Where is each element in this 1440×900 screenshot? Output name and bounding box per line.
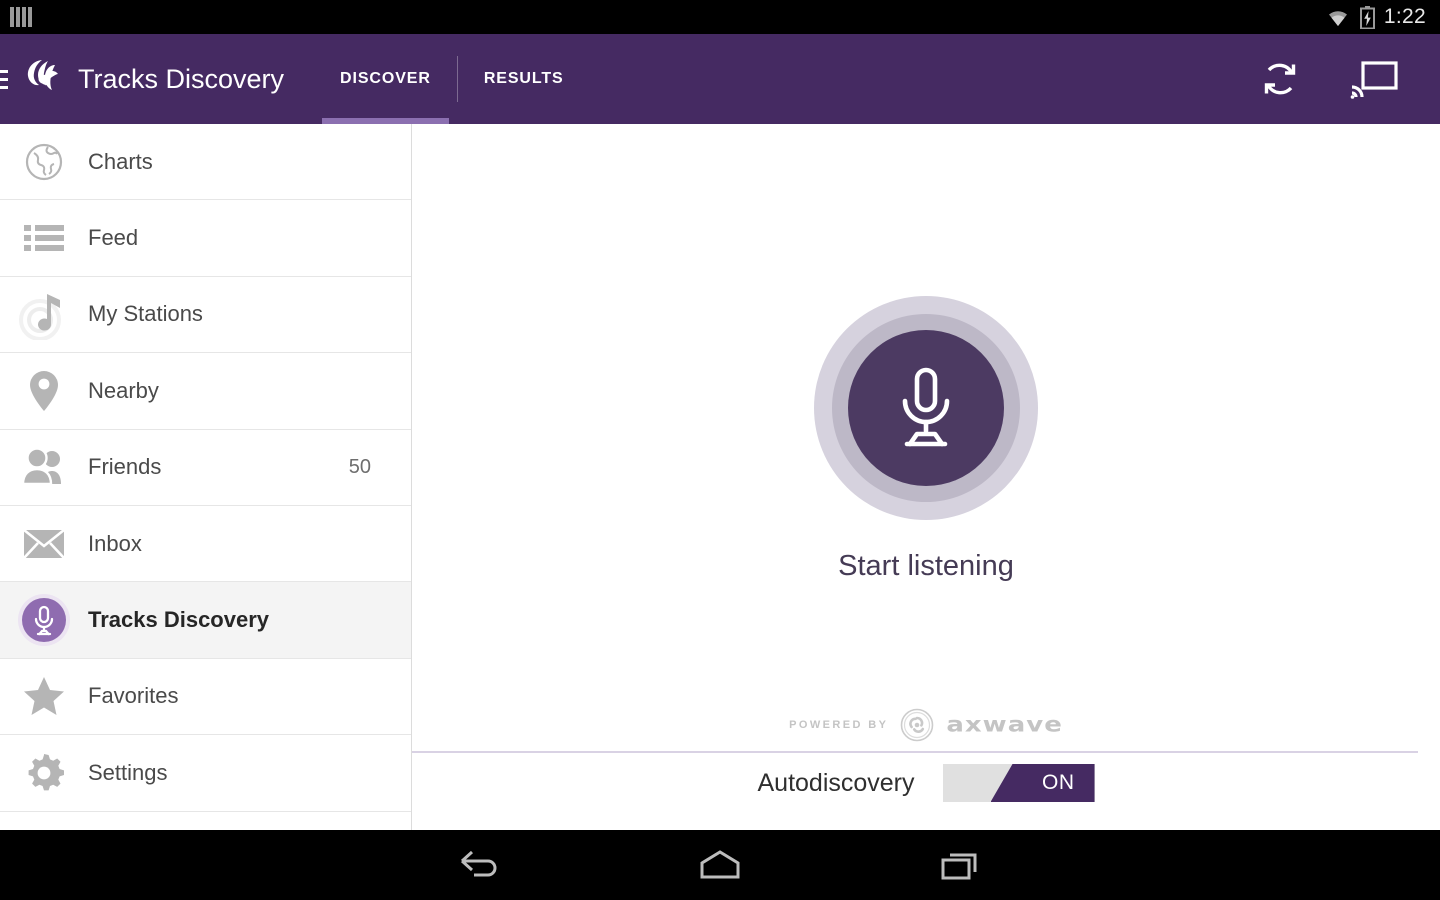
sidebar-item-nearby[interactable]: Nearby: [0, 353, 411, 429]
autodiscovery-toggle[interactable]: ON: [943, 764, 1095, 802]
cast-icon[interactable]: [1350, 59, 1398, 99]
map-pin-icon: [0, 370, 88, 412]
sidebar-item-label: Favorites: [88, 683, 371, 709]
people-icon: [0, 449, 88, 485]
star-icon: [0, 676, 88, 716]
axwave-brand-label: axwave: [946, 713, 1062, 738]
sidebar-item-label: Settings: [88, 760, 371, 786]
toggle-state-label: ON: [1042, 764, 1075, 802]
globe-icon: [0, 142, 88, 182]
sidebar-item-feed[interactable]: Feed: [0, 200, 411, 276]
signal-bars-icon: [28, 7, 32, 27]
toolbar-tabs: DISCOVER RESULTS: [314, 34, 590, 124]
sidebar-item-label: Charts: [88, 149, 371, 175]
envelope-icon: [0, 529, 88, 559]
navigation-drawer: Charts Feed: [0, 124, 412, 830]
sidebar-item-label: Nearby: [88, 378, 371, 404]
sidebar-item-inbox[interactable]: Inbox: [0, 506, 411, 582]
tab-results-label: RESULTS: [484, 70, 564, 88]
tab-discover-label: DISCOVER: [340, 70, 431, 88]
autodiscovery-row: Autodiscovery ON: [412, 764, 1440, 802]
sidebar-item-label: Feed: [88, 225, 371, 251]
signal-bars-icon: [10, 7, 14, 27]
app-title: Tracks Discovery: [78, 64, 284, 95]
app-toolbar: Tracks Discovery DISCOVER RESULTS: [0, 34, 1440, 124]
sidebar-item-badge: 50: [349, 456, 411, 479]
music-note-icon: [0, 288, 88, 340]
recents-icon[interactable]: [840, 848, 1080, 882]
section-divider: [412, 751, 1418, 753]
sidebar-item-label: Friends: [88, 454, 349, 480]
sidebar-item-tracks-discovery[interactable]: Tracks Discovery: [0, 582, 411, 658]
sidebar-item-friends[interactable]: Friends 50: [0, 430, 411, 506]
autodiscovery-label: Autodiscovery: [757, 769, 914, 798]
home-icon[interactable]: [600, 849, 840, 881]
status-bar-clock: 1:22: [1384, 5, 1426, 29]
sidebar-item-label: My Stations: [88, 301, 371, 327]
status-bar-right-icons: 1:22: [1325, 5, 1440, 29]
mic-core: [848, 330, 1004, 486]
discover-pane: Start listening POWERED BY: [412, 124, 1440, 830]
microphone-icon: [889, 365, 963, 451]
sidebar-item-my-stations[interactable]: My Stations: [0, 277, 411, 353]
list-icon: [0, 224, 88, 252]
battery-charging-icon: [1360, 6, 1375, 29]
sidebar-item-settings[interactable]: Settings: [0, 735, 411, 811]
signal-bars-icon: [22, 7, 26, 27]
status-bar-left-icons: [0, 7, 32, 27]
android-navigation-bar: [0, 830, 1440, 900]
device-screen: 1:22 Tracks Discovery DISCOVER: [0, 0, 1440, 900]
axwave-triskelion-icon: [900, 708, 934, 742]
gear-icon: [0, 752, 88, 794]
sidebar-item-label: Tracks Discovery: [88, 607, 371, 633]
sidebar-item-charts[interactable]: Charts: [0, 124, 411, 200]
app-swirl-logo-icon: [20, 55, 64, 104]
tab-results[interactable]: RESULTS: [458, 34, 590, 124]
status-bar: 1:22: [0, 0, 1440, 34]
start-listening-label: Start listening: [838, 550, 1014, 583]
back-icon[interactable]: [360, 848, 600, 882]
sidebar-item-favorites[interactable]: Favorites: [0, 659, 411, 735]
signal-bars-icon: [16, 7, 20, 27]
refresh-icon[interactable]: [1258, 57, 1302, 101]
powered-by-block: POWERED BY axwave: [412, 708, 1440, 742]
toolbar-actions: [1258, 57, 1440, 101]
wifi-icon: [1325, 7, 1351, 27]
hamburger-menu-icon[interactable]: [0, 70, 8, 89]
sidebar-item-label: Inbox: [88, 531, 371, 557]
microphone-icon: [0, 593, 88, 647]
start-listening-button[interactable]: [814, 296, 1038, 520]
content-area: Charts Feed: [0, 124, 1440, 830]
tab-discover[interactable]: DISCOVER: [314, 34, 457, 124]
powered-by-label: POWERED BY: [789, 719, 888, 731]
